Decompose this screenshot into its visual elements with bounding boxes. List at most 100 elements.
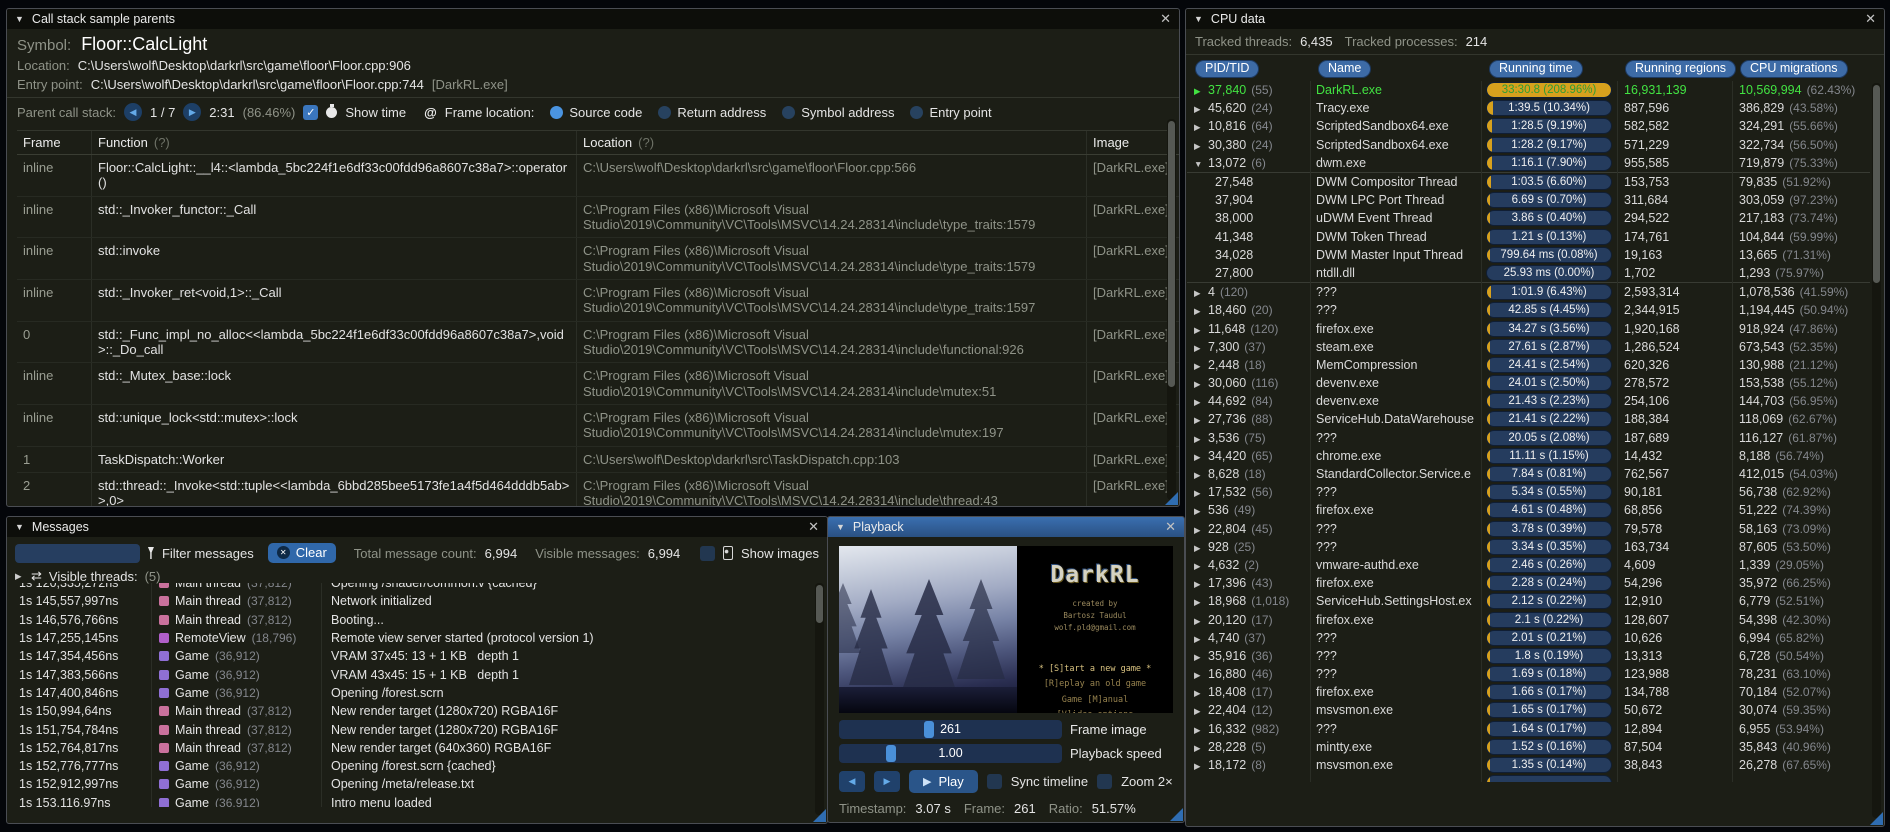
scrollbar-thumb[interactable] (1873, 85, 1880, 283)
cpu-thread-row[interactable]: 37,904 DWM LPC Port Thread 6.69 s (0.70%) 3… (1187, 191, 1870, 209)
callstack-frame-row[interactable]: 0 std::_Func_impl_no_alloc<<lambda_5bc224… (17, 321, 1179, 364)
expand-icon[interactable]: ▶ (1194, 543, 1203, 554)
message-row[interactable]: 1s 147,255,145ns RemoteView (18,796) Remote… (7, 628, 813, 648)
prev-parent-button[interactable]: ◀ (124, 103, 142, 121)
expand-icon[interactable]: ▶ (1194, 725, 1203, 736)
column-header-frame[interactable]: Frame (17, 131, 92, 155)
cpu-process-row[interactable]: ▶ 17,532 (56)??? 5.34 s (0.55%) 90,181 56,738… (1187, 483, 1870, 501)
expand-icon[interactable]: ▶ (1194, 379, 1203, 390)
message-row[interactable]: 1s 151,754,784ns Main thread (37,812) New r… (7, 720, 813, 739)
expand-icon[interactable]: ▶ (1194, 688, 1203, 699)
collapse-icon[interactable]: ▼ (1194, 159, 1203, 169)
cpu-thread-row[interactable]: 38,000 uDWM Event Thread 3.86 s (0.40%) 294… (1187, 209, 1870, 227)
cpu-process-row[interactable]: ▶ 16,880 (46)??? 1.69 s (0.18%) 123,988 78,23… (1187, 665, 1870, 683)
column-header-function[interactable]: Function (?) (91, 131, 577, 155)
cpu-process-row[interactable]: ▶ 18,408 (17) firefox.exe 1.66 s (0.17%) 134,… (1187, 683, 1870, 701)
cpu-process-row[interactable]: ▶ 30,380 (24) ScriptedSandbox64.exe 1:28.2 (… (1187, 136, 1870, 154)
cpu-process-row[interactable]: ▶ 4,740 (37)??? 2.01 s (0.21%) 10,626 6,994 (6… (1187, 629, 1870, 647)
callstack-frame-row[interactable]: inline std::invoke C:\Program Files (x86)\… (17, 237, 1179, 280)
expand-icon[interactable]: ▶ (1194, 122, 1203, 133)
message-row[interactable]: 1s 147,354,456ns Game (36,912) VRAM 37x45: … (7, 647, 813, 666)
cpu-process-row[interactable]: ▶ 18,172 (8) msvsmon.exe 1.35 s (0.14%) 38,84… (1187, 756, 1870, 774)
expand-icon[interactable]: ▶ (1194, 652, 1203, 663)
clear-filter-button[interactable]: ✕ Clear (267, 543, 336, 563)
message-row[interactable]: 1s 120,335,272ns Main thread (37,812) Openi… (7, 583, 813, 593)
cpu-process-row[interactable]: ▶ 22,404 (12) msvsmon.exe 1.65 s (0.17%) 50,6… (1187, 701, 1870, 719)
cpu-process-row[interactable]: ▶ 20,120 (17) firefox.exe 2.1 s (0.22%) 128,6… (1187, 610, 1870, 628)
column-header-name[interactable]: Name (1318, 60, 1372, 78)
resize-grip[interactable] (1870, 812, 1883, 825)
column-header-running-regions[interactable]: Running regions (1625, 60, 1737, 78)
column-header-pid-tid[interactable]: PID/TID (1195, 60, 1260, 78)
cpu-process-row[interactable]: ▶ 35,916 (36)??? 1.8 s (0.19%) 13,313 6,728 (5… (1187, 647, 1870, 665)
sync-timeline-checkbox[interactable] (986, 774, 1002, 789)
expand-icon[interactable]: ▶ (1194, 141, 1203, 152)
message-row[interactable]: 1s 150,994,64ns Main thread (37,812) New re… (7, 702, 813, 721)
collapse-icon[interactable]: ▼ (836, 522, 845, 532)
cpu-process-row[interactable]: ▶ 4,632 (2) vmware-authd.exe 2.46 s (0.26%) 4… (1187, 556, 1870, 574)
close-icon[interactable]: ✕ (1865, 11, 1876, 27)
expand-icon[interactable]: ▶ (1194, 525, 1203, 536)
expand-icon[interactable]: ▶ (1194, 706, 1203, 717)
radio-entry-point[interactable]: Entry point (910, 105, 992, 120)
expand-icon[interactable]: ▶ (1194, 306, 1203, 317)
cpu-process-row[interactable]: ▶ 37,840 (55) DarkRL.exe 33:30.8 (208.96%) 16… (1187, 81, 1870, 99)
message-row[interactable]: 1s 153,116,97ns Game (36,912) Intro menu lo… (7, 793, 813, 807)
cpu-process-row[interactable]: ▶ 17,396 (43) firefox.exe 2.28 s (0.24%) 54,2… (1187, 574, 1870, 592)
collapse-icon[interactable]: ▼ (15, 14, 24, 24)
cpu-process-row[interactable]: ▼ 13,072 (6) dwm.exe 1:16.1 (7.90%) 955,585 71… (1187, 154, 1870, 172)
close-icon[interactable]: ✕ (1165, 519, 1176, 535)
step-back-button[interactable]: ◀ (839, 771, 865, 792)
expand-icon[interactable]: ▶ (1194, 579, 1203, 590)
radio-symbol-address[interactable]: Symbol address (782, 105, 894, 120)
cpu-process-row[interactable]: ▶ 18,968 (1,018) ServiceHub.SettingsHost.ex… (1187, 592, 1870, 610)
cpu-process-row[interactable]: ▶ 16,332 (982)??? 1.64 s (0.17%) 12,894 6,955… (1187, 720, 1870, 738)
expand-icon[interactable]: ▶ (1194, 343, 1203, 354)
cpu-process-row[interactable]: ▶ 928 (25)??? 3.34 s (0.35%) 163,734 87,605 (5… (1187, 538, 1870, 556)
expand-icon[interactable]: ▶ (1194, 670, 1203, 681)
column-header-location[interactable]: Location (?) (576, 131, 1087, 155)
messages-scrollbar[interactable] (815, 583, 824, 815)
cpu-process-row[interactable]: ▶ 34,420 (65) chrome.exe 11.11 s (1.15%) 14,4… (1187, 447, 1870, 465)
expand-icon[interactable]: ▶ (1194, 616, 1203, 627)
message-row[interactable]: 1s 146,576,766ns Main thread (37,812) Booti… (7, 610, 813, 629)
message-row[interactable]: 1s 152,764,817ns Main thread (37,812) New r… (7, 738, 813, 757)
cpu-process-row[interactable]: ▶ 4 (120)??? 1:01.9 (6.43%) 2,593,314 1,078,5… (1187, 282, 1870, 301)
playback-speed-slider[interactable]: 1.00 (839, 744, 1062, 763)
column-header-image[interactable]: Image (1086, 131, 1179, 155)
column-header-cpu-migrations[interactable]: CPU migrations (1740, 60, 1848, 78)
expand-icon[interactable]: ▶ (1194, 488, 1203, 499)
callstack-frame-row[interactable]: inline Floor::CalcLight::__l4::<lambda_5b… (17, 154, 1179, 197)
callstack-frame-row[interactable]: inline std::unique_lock<std::mutex>::lock… (17, 404, 1179, 447)
cpu-thread-row[interactable]: 27,800 ntdll.dll 25.93 ms (0.00%) 1,702 1,29… (1187, 264, 1870, 282)
next-parent-button[interactable]: ▶ (183, 103, 202, 121)
cpu-process-row[interactable]: ▶ 45,620 (24) Tracy.exe 1:39.5 (10.34%) 887,5… (1187, 99, 1870, 117)
cpu-thread-row[interactable]: 41,348 DWM Token Thread 1.21 s (0.13%) 174,… (1187, 228, 1870, 246)
callstack-frame-row[interactable]: inline std::_Mutex_base::lock C:\Program F… (17, 362, 1179, 405)
expand-icon[interactable]: ▶ (1194, 743, 1203, 754)
close-icon[interactable]: ✕ (1160, 11, 1171, 27)
callstack-frame-row[interactable]: 1 TaskDispatch::Worker C:\Users\wolf\Deskt… (17, 446, 1179, 473)
cpu-process-row[interactable]: ▶ 10,816 (64) ScriptedSandbox64.exe 1:28.5 (… (1187, 117, 1870, 135)
message-row[interactable]: 1s 147,383,566ns Game (36,912) VRAM 43x45: … (7, 665, 813, 684)
expand-icon[interactable]: ▶ (1194, 506, 1203, 517)
message-row[interactable]: 1s 145,557,997ns Main thread (37,812) Netwo… (7, 592, 813, 611)
resize-grip[interactable] (813, 809, 826, 822)
collapse-icon[interactable]: ▼ (1194, 14, 1203, 24)
cpu-process-row[interactable]: ▶ 27,736 (88) ServiceHub.DataWarehouse 21.41… (1187, 410, 1870, 428)
show-images-checkbox[interactable] (700, 545, 716, 561)
expand-icon[interactable]: ▶ (1194, 597, 1203, 608)
callstack-scrollbar[interactable] (1167, 119, 1176, 500)
cpu-process-row[interactable]: ▶ 3,536 (75)??? 20.05 s (2.08%) 187,689 116,1… (1187, 429, 1870, 447)
resize-grip[interactable] (1165, 492, 1178, 505)
callstack-frame-row[interactable]: inline std::_Invoker_ret<void,1>::_Call C:… (17, 279, 1179, 322)
expand-icon[interactable]: ▶ (15, 571, 24, 582)
expand-icon[interactable]: ▶ (1194, 452, 1203, 463)
scrollbar-thumb[interactable] (1168, 121, 1175, 387)
expand-icon[interactable]: ▶ (1194, 470, 1203, 481)
scrollbar-thumb[interactable] (816, 585, 823, 623)
radio-source-code[interactable]: Source code (550, 105, 642, 120)
message-row[interactable]: 1s 152,912,997ns Game (36,912) Opening /met… (7, 775, 813, 794)
expand-icon[interactable]: ▶ (1194, 434, 1203, 445)
cpu-process-row[interactable]: ▶ 7,300 (37) steam.exe 27.61 s (2.87%) 1,286,… (1187, 338, 1870, 356)
